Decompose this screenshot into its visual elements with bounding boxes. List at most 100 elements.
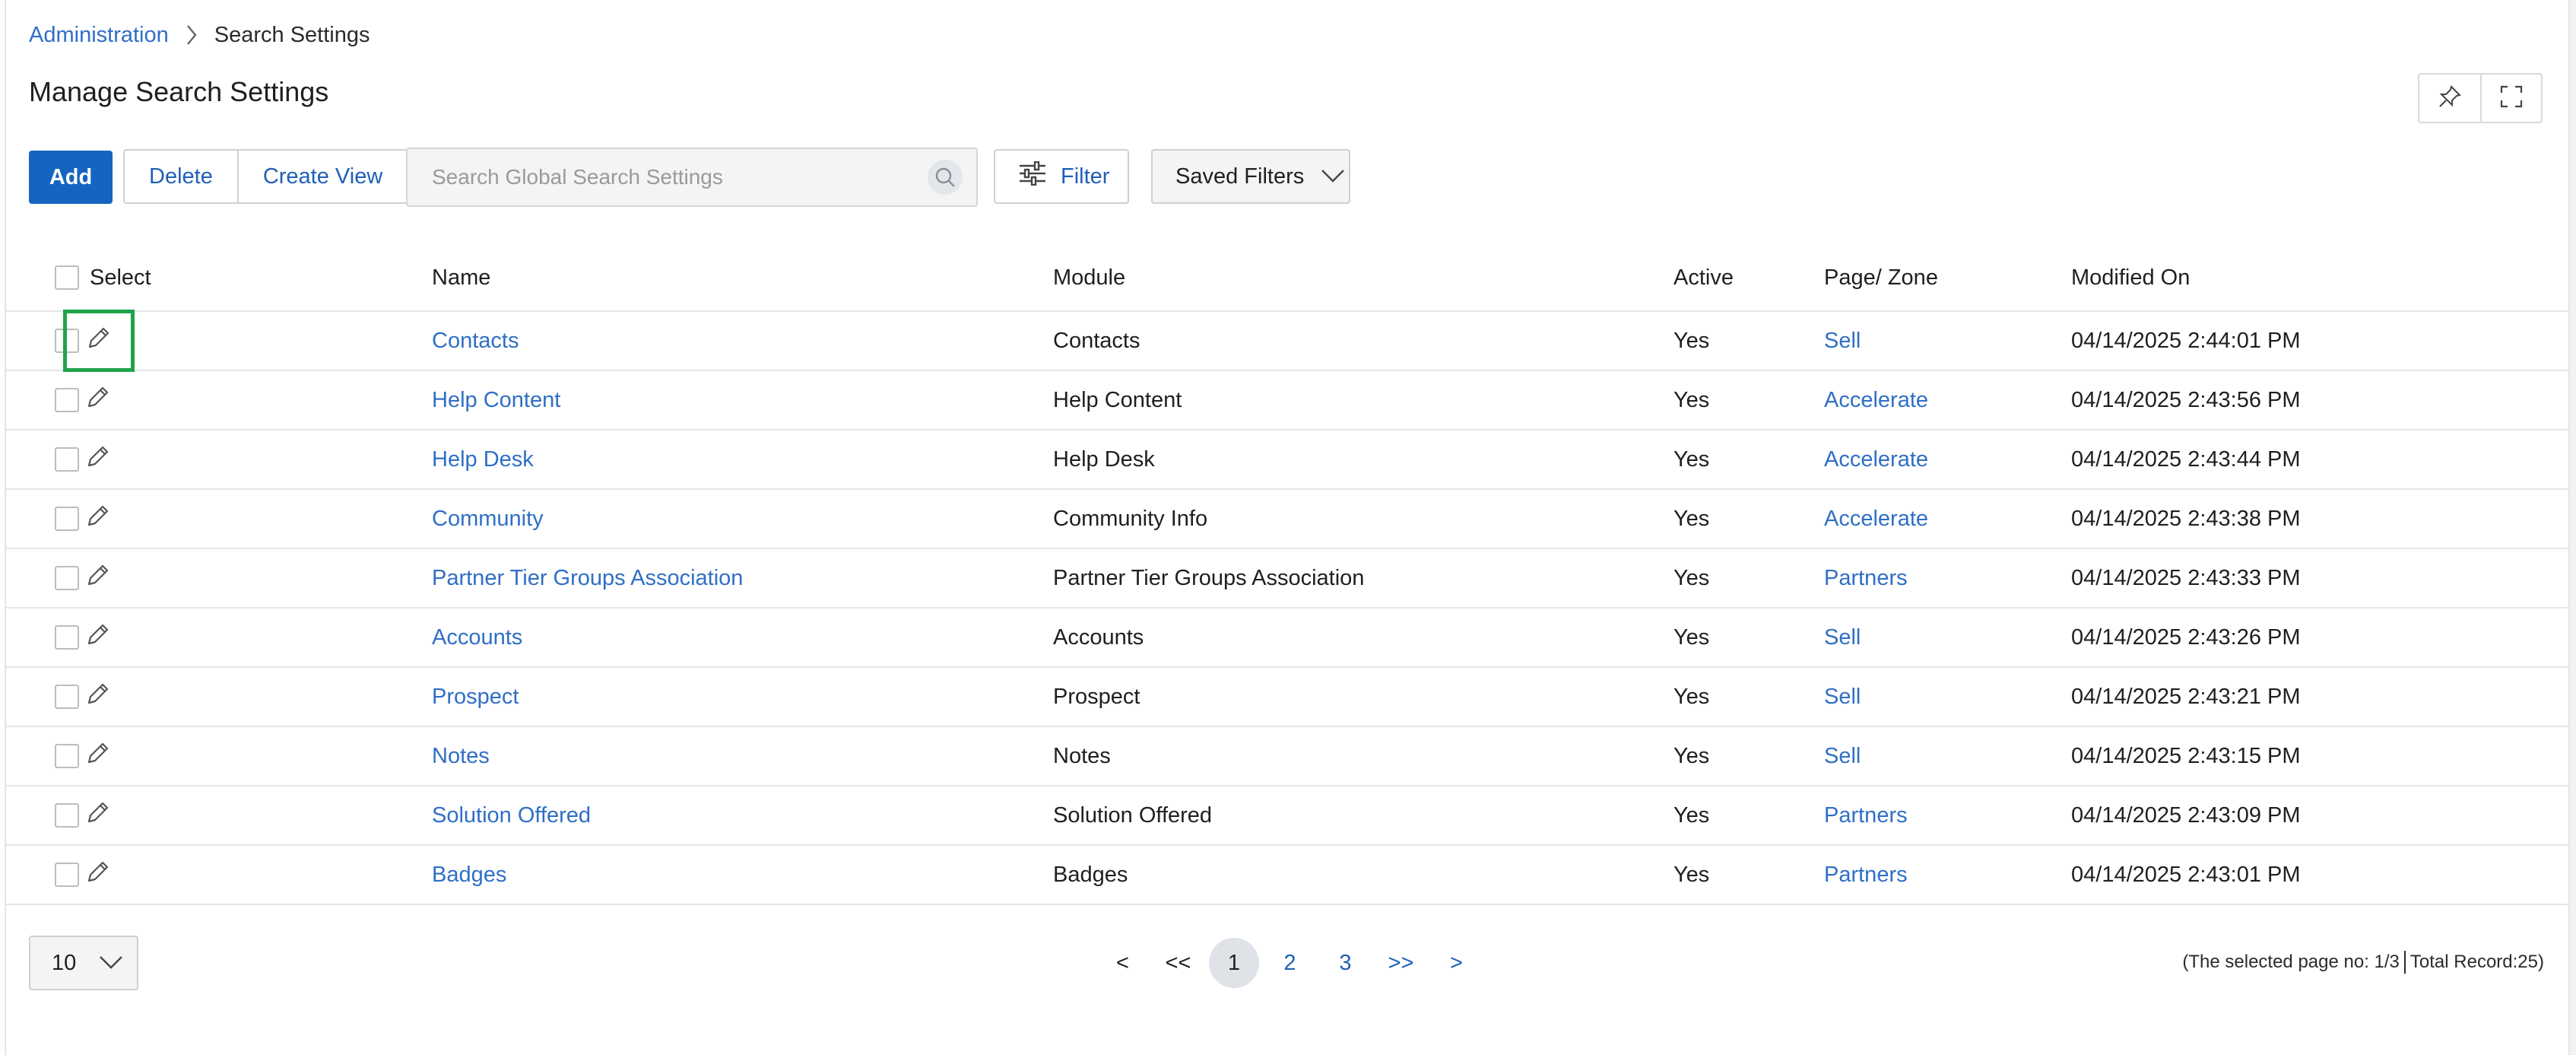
row-page-zone-link[interactable]: Sell	[1824, 625, 1861, 650]
edit-button[interactable]	[81, 739, 116, 774]
prev-page-button[interactable]: <	[1095, 938, 1150, 988]
header-select: Select	[90, 265, 151, 290]
row-name-link[interactable]: Partner Tier Groups Association	[432, 566, 743, 591]
row-module: Partner Tier Groups Association	[1053, 565, 1365, 590]
first-page-button[interactable]: <<	[1150, 938, 1206, 988]
pencil-icon	[85, 859, 111, 891]
row-name-cell: Accounts	[432, 609, 522, 666]
row-name-link[interactable]: Solution Offered	[432, 803, 591, 828]
add-button[interactable]: Add	[29, 151, 113, 204]
row-modified-on: 04/14/2025 2:43:44 PM	[2071, 446, 2301, 472]
search-settings-table: Select Name Module Active Page/ Zone Mod…	[6, 245, 2568, 905]
row-checkbox[interactable]	[55, 625, 79, 650]
row-name-link[interactable]: Community	[432, 507, 544, 532]
pin-button[interactable]	[2419, 75, 2480, 122]
select-all-checkbox[interactable]	[55, 265, 79, 290]
row-module: Community Info	[1053, 506, 1208, 531]
row-modified-on: 04/14/2025 2:43:21 PM	[2071, 684, 2301, 709]
row-modified-on: 04/14/2025 2:43:15 PM	[2071, 743, 2301, 768]
table-row: Prospect Prospect Yes Sell 04/14/2025 2:…	[6, 668, 2568, 727]
row-edit-cell	[81, 431, 116, 488]
page-1-button[interactable]: 1	[1209, 938, 1259, 988]
row-page-zone-link[interactable]: Partners	[1824, 863, 1908, 888]
row-check-cell	[55, 609, 79, 666]
edit-button[interactable]	[81, 442, 116, 477]
create-view-button[interactable]: Create View	[236, 151, 407, 202]
row-modified-on: 04/14/2025 2:43:26 PM	[2071, 624, 2301, 650]
row-name-link[interactable]: Accounts	[432, 625, 522, 650]
row-page-zone-link[interactable]: Partners	[1824, 566, 1908, 591]
edit-button[interactable]	[81, 561, 116, 596]
page-3-button[interactable]: 3	[1318, 938, 1373, 988]
fullscreen-button[interactable]	[2480, 75, 2541, 122]
header-module[interactable]: Module	[1053, 245, 1125, 310]
row-edit-cell	[81, 786, 116, 844]
edit-button[interactable]	[81, 857, 116, 892]
edit-button[interactable]	[81, 501, 116, 536]
row-checkbox[interactable]	[55, 863, 79, 887]
row-checkbox[interactable]	[55, 744, 79, 768]
row-check-cell	[55, 490, 79, 548]
row-module: Accounts	[1053, 624, 1144, 650]
edit-button[interactable]	[81, 679, 116, 714]
select-all-cell	[55, 245, 79, 310]
saved-filters-dropdown[interactable]: Saved Filters	[1151, 149, 1350, 204]
search-input[interactable]	[432, 165, 928, 189]
filter-button[interactable]: Filter	[994, 149, 1129, 204]
row-page-zone-cell: Sell	[1824, 609, 1861, 666]
pencil-icon	[85, 384, 111, 416]
row-page-zone-link[interactable]: Sell	[1824, 744, 1861, 769]
page-2-button[interactable]: 2	[1262, 938, 1318, 988]
row-checkbox[interactable]	[55, 685, 79, 709]
row-name-link[interactable]: Help Desk	[432, 447, 534, 472]
pencil-icon	[85, 443, 111, 475]
row-name-link[interactable]: Contacts	[432, 329, 519, 354]
header-name[interactable]: Name	[432, 245, 490, 310]
row-page-zone-link[interactable]: Accelerate	[1824, 507, 1928, 532]
delete-button[interactable]: Delete	[125, 151, 237, 202]
row-checkbox[interactable]	[55, 566, 79, 590]
row-checkbox[interactable]	[55, 388, 79, 412]
breadcrumb-administration-link[interactable]: Administration	[29, 23, 169, 48]
selected-page-text: (The selected page no: 1/3	[2182, 952, 2400, 972]
row-page-zone-link[interactable]: Accelerate	[1824, 388, 1928, 413]
row-edit-cell	[81, 668, 116, 726]
row-page-zone-link[interactable]: Sell	[1824, 685, 1861, 710]
pencil-icon	[85, 799, 111, 831]
edit-button[interactable]	[63, 310, 135, 372]
row-checkbox[interactable]	[55, 507, 79, 531]
row-name-link[interactable]: Prospect	[432, 685, 519, 710]
header-active[interactable]: Active	[1673, 245, 1734, 310]
scrollbar-track[interactable]	[2568, 0, 2576, 1055]
row-name-link[interactable]: Badges	[432, 863, 506, 888]
row-module: Contacts	[1053, 328, 1140, 353]
edit-button[interactable]	[81, 620, 116, 655]
edit-button[interactable]	[81, 798, 116, 833]
table-row: Solution Offered Solution Offered Yes Pa…	[6, 786, 2568, 846]
row-page-zone-link[interactable]: Accelerate	[1824, 447, 1928, 472]
row-name-link[interactable]: Help Content	[432, 388, 560, 413]
row-modified-on: 04/14/2025 2:44:01 PM	[2071, 328, 2301, 353]
header-modified-on[interactable]: Modified On	[2071, 245, 2190, 310]
table-row: Help Content Help Content Yes Accelerate…	[6, 371, 2568, 431]
row-checkbox[interactable]	[55, 803, 79, 828]
row-page-zone-cell: Accelerate	[1824, 371, 1928, 429]
search-icon[interactable]	[928, 160, 963, 195]
row-check-cell	[55, 431, 79, 488]
row-page-zone-cell: Accelerate	[1824, 431, 1928, 488]
action-button-group: Delete Create View	[123, 149, 409, 204]
row-name-link[interactable]: Notes	[432, 744, 490, 769]
next-page-button[interactable]: >	[1429, 938, 1484, 988]
row-check-cell	[55, 549, 79, 607]
edit-button[interactable]	[81, 383, 116, 418]
row-page-zone-link[interactable]: Partners	[1824, 803, 1908, 828]
header-page-zone[interactable]: Page/ Zone	[1824, 245, 1938, 310]
page-size-select[interactable]: 10	[29, 936, 138, 990]
row-page-zone-cell: Partners	[1824, 549, 1908, 607]
page-title: Manage Search Settings	[29, 76, 329, 107]
row-module: Help Desk	[1053, 446, 1155, 472]
row-page-zone-link[interactable]: Sell	[1824, 329, 1861, 354]
last-page-button[interactable]: >>	[1373, 938, 1429, 988]
row-page-zone-cell: Partners	[1824, 846, 1908, 904]
row-checkbox[interactable]	[55, 447, 79, 472]
